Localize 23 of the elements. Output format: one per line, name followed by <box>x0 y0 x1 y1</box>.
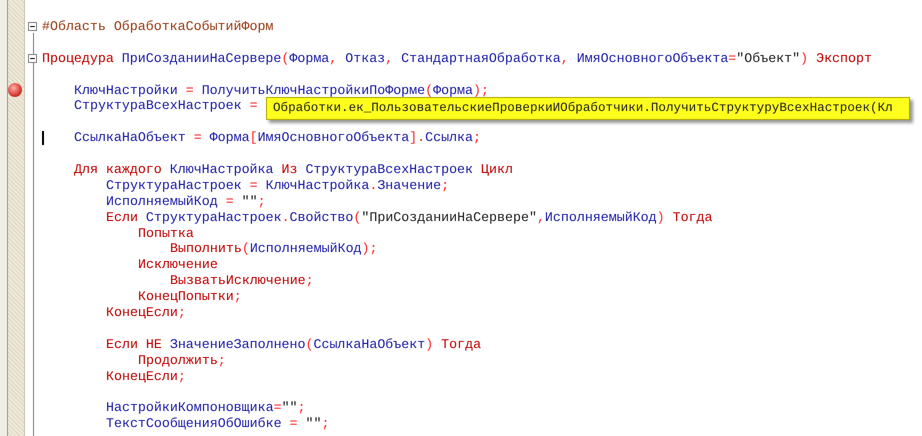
code-line: Если СтруктураНастроек.Свойство("ПриСозданииНаСервере",ИсполняемыйКод) Тогда <box>106 210 713 226</box>
code-line: Для каждого КлючНастройка Из СтруктураВсехНастроек Цикл <box>74 162 513 178</box>
code-line: ИсполняемыйКод = ""; <box>106 194 266 210</box>
code-line: #Область ОбработкаСобытийФорм <box>42 19 274 35</box>
collapse-icon[interactable] <box>28 22 37 31</box>
code-line: Процедура ПриСозданииНаСервере(Форма, Отказ, СтандартнаяОбработка, ИмяОсновногоОбъекта="Объект") Экспорт <box>42 50 872 67</box>
code-line: КлючНастройки = ПолучитьКлючНастройкиПоФорме(Форма); <box>74 82 489 98</box>
code-line: Исключение <box>138 257 218 274</box>
code-line: КонецЕсли; <box>106 368 186 384</box>
tooltip: Обработки.ек_ПользовательскиеПроверкиИОбработчики.ПолучитьСтруктуруВсехНастроек(Кл <box>266 97 910 120</box>
code-line: Если НЕ ЗначениеЗаполнено(СсылкаНаОбъект) Тогда <box>106 336 482 353</box>
code-line: Попытка <box>138 226 194 242</box>
code-line: СтруктураНастроек = КлючНастройка.Значение; <box>106 178 450 194</box>
code-line: ВызватьИсключение; <box>170 273 314 290</box>
code-line: НастройкиКомпоновщика=""; <box>106 400 306 416</box>
code-line: Выполнить(ИсполняемыйКод); <box>170 241 378 258</box>
collapse-icon[interactable] <box>28 54 37 63</box>
code-line: КонецПопытки; <box>138 289 242 306</box>
code-line: СсылкаНаОбъект = Форма[ИмяОсновногоОбъекта].Ссылка; <box>74 130 482 146</box>
code-line: КонецЕсли; <box>106 305 186 321</box>
code-line: ТекстСообщенияОбОшибке = ""; <box>106 416 330 432</box>
code-line: СтруктураВсехНастроек = <box>74 98 258 114</box>
code-line: Продолжить; <box>138 352 226 369</box>
